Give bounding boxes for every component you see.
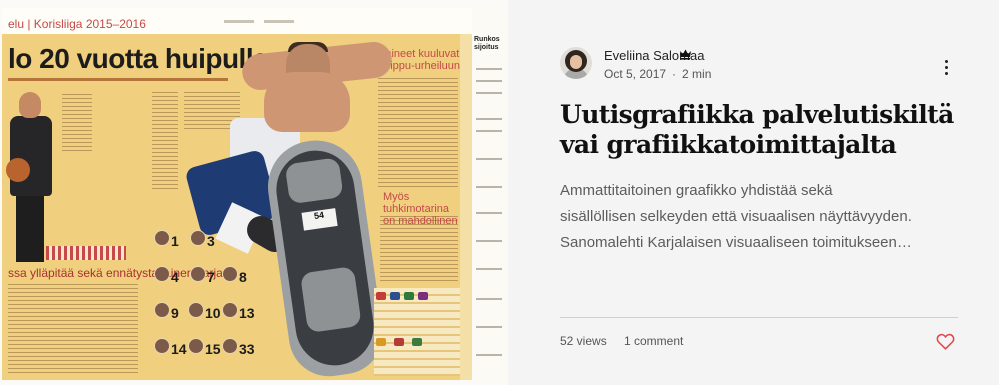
team-logo-chip xyxy=(418,292,428,300)
player-portrait xyxy=(222,338,238,354)
team-logo-chip xyxy=(404,292,414,300)
post-title[interactable]: Uutisgrafiikka palvelutiskiltä vai grafi… xyxy=(560,100,970,160)
views-count: 52 views xyxy=(560,334,607,348)
spread-text-column xyxy=(378,78,458,188)
player-portrait xyxy=(154,302,170,318)
post-meta: Oct 5, 2017 · 2 min xyxy=(604,67,711,81)
player-number: 14 xyxy=(171,341,187,357)
player-number: 13 xyxy=(239,305,255,321)
player-portrait xyxy=(188,338,204,354)
spread-subline xyxy=(8,78,228,81)
team-logo-chip xyxy=(376,338,386,346)
more-vertical-icon[interactable] xyxy=(941,58,953,76)
spread-text-column xyxy=(152,92,178,192)
spread-side-title: Runkos sijoitus xyxy=(474,36,500,51)
team-logo-chip xyxy=(394,338,404,346)
post-date: Oct 5, 2017 xyxy=(604,67,667,81)
player-number: 33 xyxy=(239,341,255,357)
post-excerpt[interactable]: Ammattitaitoinen graafikko yhdistää sekä… xyxy=(560,178,960,256)
spread-shoe-sole: 54 xyxy=(262,134,388,380)
read-time: 2 min xyxy=(682,67,712,81)
player-number: 1 xyxy=(171,233,179,249)
crown-icon xyxy=(680,49,691,60)
player-portrait xyxy=(154,230,170,246)
avatar[interactable] xyxy=(560,47,592,79)
player-number: 3 xyxy=(207,233,215,249)
spread-header-mark xyxy=(224,20,254,23)
post-content: Eveliina Salomaa Oct 5, 2017 · 2 min Uutis… xyxy=(508,0,999,385)
player-portrait xyxy=(222,302,238,318)
post-excerpt-line: Ammattitaitoinen graafikko yhdistää sekä xyxy=(560,182,833,199)
player-number: 8 xyxy=(239,269,247,285)
spread-stats-table xyxy=(374,288,460,376)
author-row: Eveliina Salomaa Oct 5, 2017 · 2 min xyxy=(560,47,960,83)
post-stats: 52 views 1 comment xyxy=(560,333,960,351)
heart-icon[interactable] xyxy=(936,333,955,350)
player-portrait xyxy=(154,338,170,354)
player-number: 15 xyxy=(205,341,221,357)
spread-bar-chart xyxy=(46,246,126,260)
spread-player-photo xyxy=(6,92,56,266)
blog-post-card[interactable]: elu | Korisliiga 2015–2016 lo 20 vuotta … xyxy=(0,0,999,385)
comments-link[interactable]: 1 comment xyxy=(624,334,683,348)
player-portrait xyxy=(154,266,170,282)
post-excerpt-line: sisällöllisen selkeyden että visuaalisen… xyxy=(560,208,912,225)
player-number: 10 xyxy=(205,305,221,321)
spread-headline: lo 20 vuotta huipulla xyxy=(8,43,269,74)
post-excerpt-line: Sanomalehti Karjalaisen visuaaliseen toi… xyxy=(560,234,912,251)
player-portrait xyxy=(188,302,204,318)
spread-right-text-column xyxy=(460,34,472,380)
player-number: 9 xyxy=(171,305,179,321)
team-logo-chip xyxy=(412,338,422,346)
spread-mid-heading: Myös tuhkimotarina on mahdollinen xyxy=(383,191,458,227)
meta-separator: · xyxy=(672,67,677,81)
team-logo-chip xyxy=(376,292,386,300)
spread-header-mark xyxy=(264,20,294,23)
player-portrait xyxy=(222,266,238,282)
player-number: 7 xyxy=(207,269,215,285)
post-cover-image[interactable]: elu | Korisliiga 2015–2016 lo 20 vuotta … xyxy=(0,0,508,385)
player-portrait xyxy=(190,266,206,282)
player-number: 4 xyxy=(171,269,179,285)
player-portrait xyxy=(190,230,206,246)
newspaper-spread-image: elu | Korisliiga 2015–2016 lo 20 vuotta … xyxy=(2,8,506,380)
divider xyxy=(560,317,958,318)
spread-section-title: elu | Korisliiga 2015–2016 xyxy=(8,17,146,31)
team-logo-chip xyxy=(390,292,400,300)
spread-right-page: Runkos sijoitus xyxy=(472,8,506,380)
spread-text-column xyxy=(8,284,138,374)
spread-text-column xyxy=(62,94,92,154)
spread-stretcher-hands xyxy=(264,72,350,132)
